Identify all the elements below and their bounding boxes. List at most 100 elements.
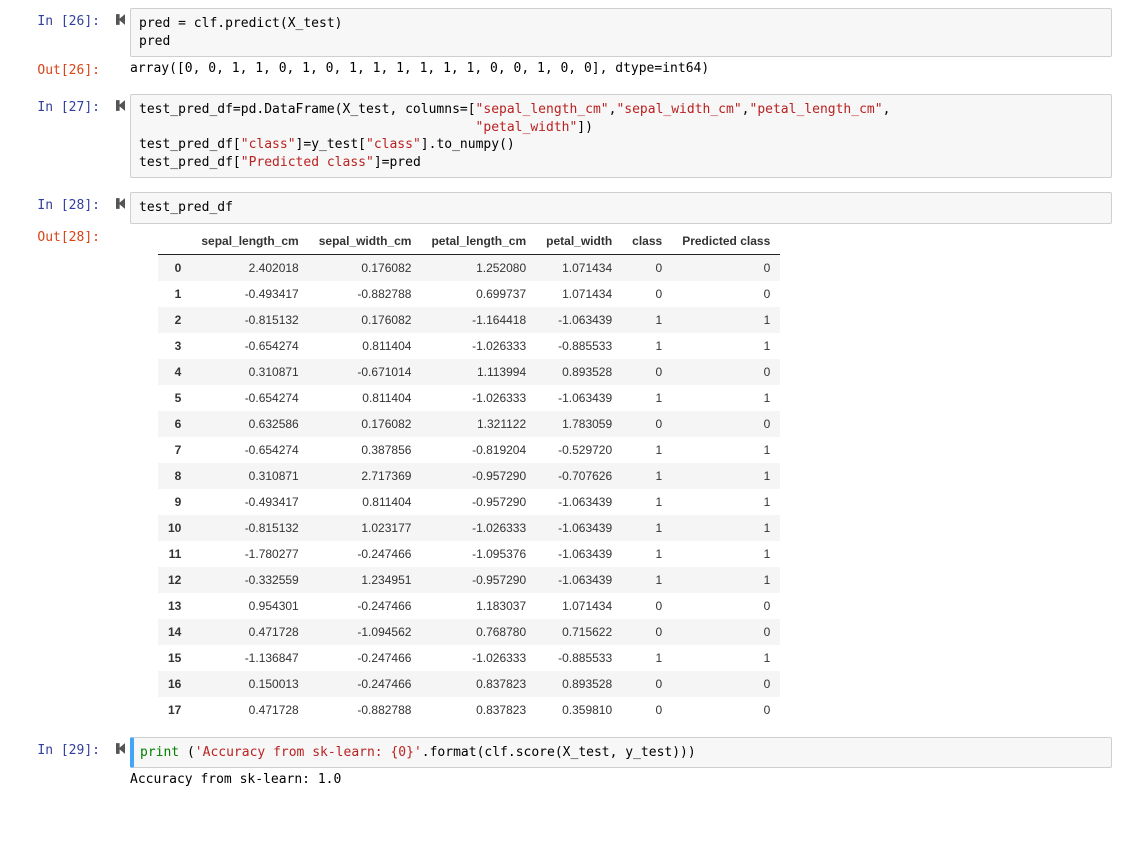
cell: -0.885533 [536,645,622,671]
cell: 0 [622,697,672,723]
output-text: Accuracy from sk-learn: 1.0 [130,768,1112,791]
code-input[interactable]: test_pred_df [130,192,1112,224]
table-row: 160.150013-0.2474660.8378230.89352800 [158,671,780,697]
cell: 0 [672,359,780,385]
cell: 0 [622,619,672,645]
cell: -1.063439 [536,307,622,333]
cell: -0.247466 [309,671,422,697]
cell: -1.026333 [421,645,536,671]
cell: 1.071434 [536,593,622,619]
cell: 2.717369 [309,463,422,489]
out-prompt: Out[26]: [0,57,110,78]
cell: -0.815132 [191,515,308,541]
cell: -0.707626 [536,463,622,489]
cell: 0.359810 [536,697,622,723]
cell: 1 [622,541,672,567]
cell: 1 [622,515,672,541]
cell: 1 [622,333,672,359]
column-header: Predicted class [672,228,780,255]
cell: 0.632586 [191,411,308,437]
cell: 0 [672,671,780,697]
in-prompt: In [29]: [0,737,110,758]
cell: 0.893528 [536,359,622,385]
cell: -0.654274 [191,437,308,463]
cell: 0 [622,281,672,307]
cell: 1 [672,385,780,411]
cell: -0.493417 [191,489,308,515]
cell: 0.150013 [191,671,308,697]
cell: 1 [622,437,672,463]
run-cell-icon[interactable] [110,8,130,25]
column-header: sepal_length_cm [191,228,308,255]
cell: -1.094562 [309,619,422,645]
cell: 0.471728 [191,619,308,645]
cell: -0.529720 [536,437,622,463]
cell: -0.493417 [191,281,308,307]
column-header: sepal_width_cm [309,228,422,255]
in-prompt: In [26]: [0,8,110,29]
cell: -0.885533 [536,333,622,359]
spacer [110,768,130,774]
cell: 0.471728 [191,697,308,723]
cell: 0 [672,411,780,437]
table-row: 9-0.4934170.811404-0.957290-1.06343911 [158,489,780,515]
cell: -0.247466 [309,541,422,567]
cell: 0 [622,411,672,437]
spacer [110,57,130,63]
cell: 1 [622,463,672,489]
cell: 1 [672,541,780,567]
cell: 1 [672,515,780,541]
table-row: 15-1.136847-0.247466-1.026333-0.88553311 [158,645,780,671]
cell: 0 [622,671,672,697]
cell: 1.183037 [421,593,536,619]
output-dataframe: sepal_length_cmsepal_width_cmpetal_lengt… [130,224,1112,723]
run-cell-icon[interactable] [110,94,130,111]
cell: 0.310871 [191,463,308,489]
cell: -1.780277 [191,541,308,567]
cell: 1 [672,567,780,593]
cell: -0.247466 [309,645,422,671]
run-cell-icon[interactable] [110,737,130,754]
table-row: 140.471728-1.0945620.7687800.71562200 [158,619,780,645]
row-index: 2 [158,307,191,333]
cell: -1.063439 [536,489,622,515]
table-row: 130.954301-0.2474661.1830371.07143400 [158,593,780,619]
row-index: 4 [158,359,191,385]
row-index: 16 [158,671,191,697]
cell: 0.837823 [421,697,536,723]
cell: -1.063439 [536,385,622,411]
row-index: 7 [158,437,191,463]
row-index: 11 [158,541,191,567]
in-prompt: In [27]: [0,94,110,115]
row-index: 1 [158,281,191,307]
table-row: 12-0.3325591.234951-0.957290-1.06343911 [158,567,780,593]
row-index: 14 [158,619,191,645]
cell: 0 [672,254,780,281]
table-row: 1-0.493417-0.8827880.6997371.07143400 [158,281,780,307]
cell: -1.164418 [421,307,536,333]
table-row: 5-0.6542740.811404-1.026333-1.06343911 [158,385,780,411]
cell: 2.402018 [191,254,308,281]
row-index: 15 [158,645,191,671]
cell: 0.811404 [309,385,422,411]
cell: -1.095376 [421,541,536,567]
row-index: 6 [158,411,191,437]
cell: 1 [622,567,672,593]
cell: -0.247466 [309,593,422,619]
code-input[interactable]: test_pred_df=pd.DataFrame(X_test, column… [130,94,1112,178]
row-index: 5 [158,385,191,411]
row-index: 10 [158,515,191,541]
code-input[interactable]: print ('Accuracy from sk-learn: {0}'.for… [130,737,1112,769]
cell: 1 [672,437,780,463]
cell: -0.332559 [191,567,308,593]
run-cell-icon[interactable] [110,192,130,209]
table-row: 60.6325860.1760821.3211221.78305900 [158,411,780,437]
table-row: 11-1.780277-0.247466-1.095376-1.06343911 [158,541,780,567]
cell: 0.176082 [309,254,422,281]
cell: -1.026333 [421,333,536,359]
code-input[interactable]: pred = clf.predict(X_test) pred [130,8,1112,57]
cell: 0 [672,593,780,619]
cell: -0.654274 [191,333,308,359]
cell: 1 [622,489,672,515]
cell: -0.882788 [309,281,422,307]
